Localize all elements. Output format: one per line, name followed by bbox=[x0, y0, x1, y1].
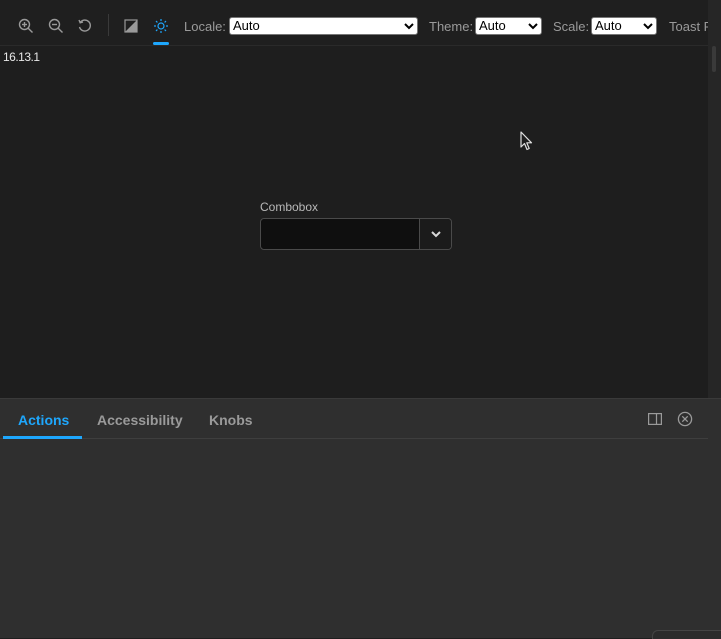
scrollbar[interactable] bbox=[708, 0, 721, 398]
locale-value: Auto bbox=[233, 18, 260, 33]
zoom-in-button[interactable] bbox=[13, 13, 39, 39]
theme-value: Auto bbox=[479, 18, 506, 33]
combobox-input[interactable] bbox=[261, 219, 419, 249]
chevron-down-icon bbox=[404, 23, 414, 30]
theme-label: Theme: bbox=[429, 19, 474, 34]
addons-panel: Actions Accessibility Knobs bbox=[0, 398, 721, 638]
combobox bbox=[260, 218, 452, 250]
reset-zoom-button[interactable] bbox=[72, 13, 98, 39]
zoom-in-icon bbox=[18, 18, 33, 33]
theme-toggle-button[interactable] bbox=[148, 13, 174, 39]
close-circle-icon bbox=[677, 411, 693, 427]
zoom-out-icon bbox=[48, 18, 63, 33]
panel-orientation-button[interactable] bbox=[646, 410, 664, 428]
panel-close-button[interactable] bbox=[676, 410, 694, 428]
locale-select[interactable]: Auto bbox=[229, 17, 418, 35]
contrast-button[interactable] bbox=[118, 13, 144, 39]
tab-knobs[interactable]: Knobs bbox=[209, 412, 253, 428]
scale-select[interactable]: Auto bbox=[591, 17, 657, 35]
combobox-label: Combobox bbox=[260, 200, 319, 214]
locale-label: Locale: bbox=[184, 19, 226, 34]
tab-actions[interactable]: Actions bbox=[18, 412, 69, 428]
mouse-cursor-icon bbox=[520, 131, 533, 151]
combobox-toggle-button[interactable] bbox=[419, 219, 451, 249]
reset-zoom-icon bbox=[78, 19, 91, 32]
chevron-down-icon bbox=[643, 23, 653, 30]
contrast-icon bbox=[124, 19, 138, 33]
zoom-out-button[interactable] bbox=[43, 13, 69, 39]
sun-icon bbox=[154, 19, 168, 33]
panel-right-icon bbox=[648, 413, 662, 425]
panel-tab-bar: Actions Accessibility Knobs bbox=[0, 399, 708, 439]
scrollbar-thumb[interactable] bbox=[712, 46, 716, 72]
toast-placement-label: Toast P bbox=[669, 19, 713, 34]
toolbar-divider bbox=[108, 14, 109, 36]
scale-value: Auto bbox=[595, 18, 622, 33]
chevron-down-icon bbox=[430, 231, 441, 238]
tab-accessibility[interactable]: Accessibility bbox=[97, 412, 183, 428]
theme-select[interactable]: Auto bbox=[475, 17, 542, 35]
version-text: 16.13.1 bbox=[3, 50, 40, 64]
scale-label: Scale: bbox=[553, 19, 590, 34]
active-tab-indicator bbox=[3, 436, 82, 439]
chevron-down-icon bbox=[528, 23, 538, 30]
toolbar: Locale: Auto Theme: Auto Scale: Auto Toa… bbox=[0, 0, 721, 46]
active-tool-indicator bbox=[153, 42, 169, 45]
